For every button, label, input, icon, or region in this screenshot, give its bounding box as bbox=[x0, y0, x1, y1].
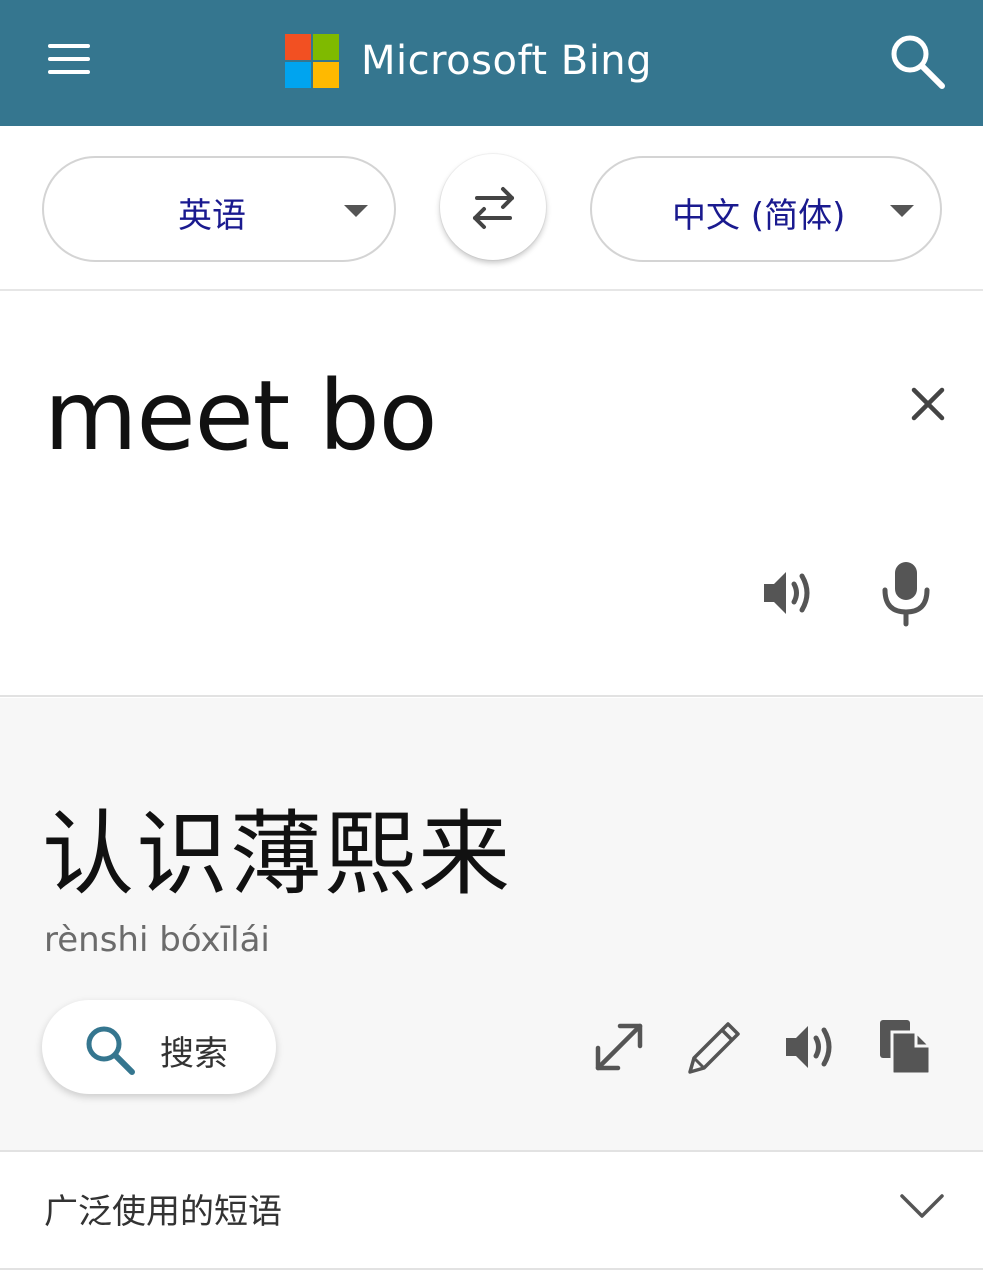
microphone-icon[interactable] bbox=[876, 560, 936, 628]
search-icon[interactable] bbox=[886, 30, 948, 92]
common-phrases-label: 广泛使用的短语 bbox=[44, 1192, 282, 1232]
source-language-label: 英语 bbox=[178, 196, 246, 236]
pencil-edit-icon[interactable] bbox=[684, 1016, 746, 1078]
brand-name: Microsoft Bing bbox=[361, 38, 653, 84]
expand-icon[interactable] bbox=[588, 1016, 650, 1078]
brand[interactable]: Microsoft Bing bbox=[285, 33, 652, 89]
search-icon bbox=[86, 1026, 135, 1075]
search-button[interactable]: 搜索 bbox=[42, 1000, 276, 1094]
target-language-label: 中文 (简体) bbox=[672, 196, 846, 236]
pinyin-text: rènshi bóxīlái bbox=[44, 920, 270, 960]
common-phrases-row[interactable]: 广泛使用的短语 bbox=[0, 1150, 983, 1270]
copy-icon[interactable] bbox=[876, 1016, 938, 1078]
app-header: Microsoft Bing bbox=[0, 0, 983, 126]
caret-down-icon bbox=[344, 205, 368, 217]
hamburger-menu-icon[interactable] bbox=[46, 40, 92, 78]
target-language-select[interactable]: 中文 (简体) bbox=[590, 156, 942, 262]
source-text-input[interactable]: meet bo bbox=[44, 360, 437, 472]
swap-languages-button[interactable] bbox=[440, 154, 546, 260]
source-text-panel[interactable]: meet bo bbox=[0, 292, 983, 697]
microsoft-logo-icon bbox=[285, 34, 339, 88]
speaker-icon[interactable] bbox=[758, 562, 820, 624]
speaker-icon[interactable] bbox=[780, 1016, 842, 1078]
language-bar: 英语 中文 (简体) bbox=[0, 126, 983, 291]
chevron-down-icon[interactable] bbox=[898, 1186, 946, 1226]
translated-text: 认识薄熙来 bbox=[42, 801, 513, 908]
search-button-label: 搜索 bbox=[160, 1034, 228, 1074]
close-icon[interactable] bbox=[906, 382, 950, 426]
source-language-select[interactable]: 英语 bbox=[42, 156, 396, 262]
translation-result-panel: 认识薄熙来 rènshi bóxīlái 搜索 bbox=[0, 698, 983, 1150]
caret-down-icon bbox=[890, 205, 914, 217]
swap-arrows-icon bbox=[473, 187, 514, 229]
